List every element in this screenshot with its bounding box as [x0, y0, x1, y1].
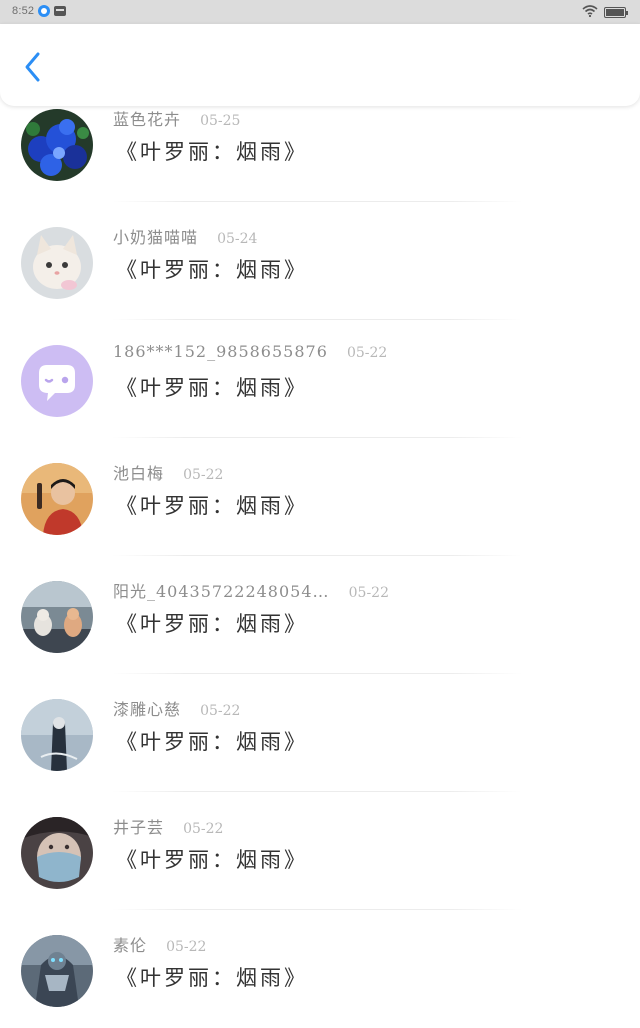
comment-meta: 漆雕心慈 05-22	[113, 696, 240, 720]
list-item[interactable]: 素伦 05-22 《叶罗丽：烟雨》	[0, 910, 640, 1028]
timestamp: 05-22	[183, 821, 224, 837]
comment-list[interactable]: 蓝色花卉 05-25 《叶罗丽：烟雨》 小奶猫喵喵 05-24 《叶罗丽：烟雨》	[0, 0, 640, 1024]
comment-meta: 素伦 05-22	[113, 932, 206, 956]
comment-text: 《叶罗丽：烟雨》	[116, 258, 308, 282]
timestamp: 05-22	[200, 703, 241, 719]
comment-text: 《叶罗丽：烟雨》	[116, 376, 308, 400]
avatar[interactable]	[21, 699, 93, 771]
timestamp: 05-22	[183, 467, 224, 483]
avatar[interactable]	[21, 345, 93, 417]
chevron-left-icon	[25, 52, 40, 82]
timestamp: 05-22	[166, 939, 207, 955]
comment-meta: 池白梅 05-22	[113, 460, 223, 484]
username[interactable]: 漆雕心慈	[113, 700, 181, 719]
comment-text: 《叶罗丽：烟雨》	[116, 848, 308, 872]
list-item[interactable]: 186***152_9858655876 05-22 《叶罗丽：烟雨》	[0, 320, 640, 438]
comment-text: 《叶罗丽：烟雨》	[116, 140, 308, 164]
username[interactable]: 蓝色花卉	[113, 110, 181, 129]
comment-text: 《叶罗丽：烟雨》	[116, 612, 308, 636]
header-bar	[0, 24, 640, 106]
list-item[interactable]: 漆雕心慈 05-22 《叶罗丽：烟雨》	[0, 674, 640, 792]
list-item[interactable]: 井子芸 05-22 《叶罗丽：烟雨》	[0, 792, 640, 910]
username[interactable]: 小奶猫喵喵	[113, 228, 198, 247]
avatar[interactable]	[21, 581, 93, 653]
timestamp: 05-24	[217, 231, 258, 247]
avatar[interactable]	[21, 109, 93, 181]
back-button[interactable]	[18, 50, 50, 84]
list-item[interactable]: 池白梅 05-22 《叶罗丽：烟雨》	[0, 438, 640, 556]
comment-meta: 井子芸 05-22	[113, 814, 223, 838]
avatar[interactable]	[21, 935, 93, 1007]
username[interactable]: 阳光_40435722248054…	[113, 582, 330, 601]
avatar[interactable]	[21, 463, 93, 535]
list-item[interactable]: 小奶猫喵喵 05-24 《叶罗丽：烟雨》	[0, 202, 640, 320]
comment-meta: 小奶猫喵喵 05-24	[113, 224, 257, 248]
username[interactable]: 素伦	[113, 936, 147, 955]
list-item[interactable]: 阳光_40435722248054… 05-22 《叶罗丽：烟雨》	[0, 556, 640, 674]
username[interactable]: 186***152_9858655876	[113, 342, 328, 361]
avatar[interactable]	[21, 227, 93, 299]
username[interactable]: 井子芸	[113, 818, 164, 837]
comment-meta: 186***152_9858655876 05-22	[113, 342, 387, 361]
timestamp: 05-22	[348, 585, 389, 601]
username[interactable]: 池白梅	[113, 464, 164, 483]
timestamp: 05-25	[200, 113, 241, 129]
comment-text: 《叶罗丽：烟雨》	[116, 966, 308, 990]
comment-meta: 蓝色花卉 05-25	[113, 106, 240, 130]
comment-text: 《叶罗丽：烟雨》	[116, 494, 308, 518]
comment-text: 《叶罗丽：烟雨》	[116, 730, 308, 754]
comment-meta: 阳光_40435722248054… 05-22	[113, 578, 389, 602]
timestamp: 05-22	[346, 345, 388, 361]
avatar[interactable]	[21, 817, 93, 889]
